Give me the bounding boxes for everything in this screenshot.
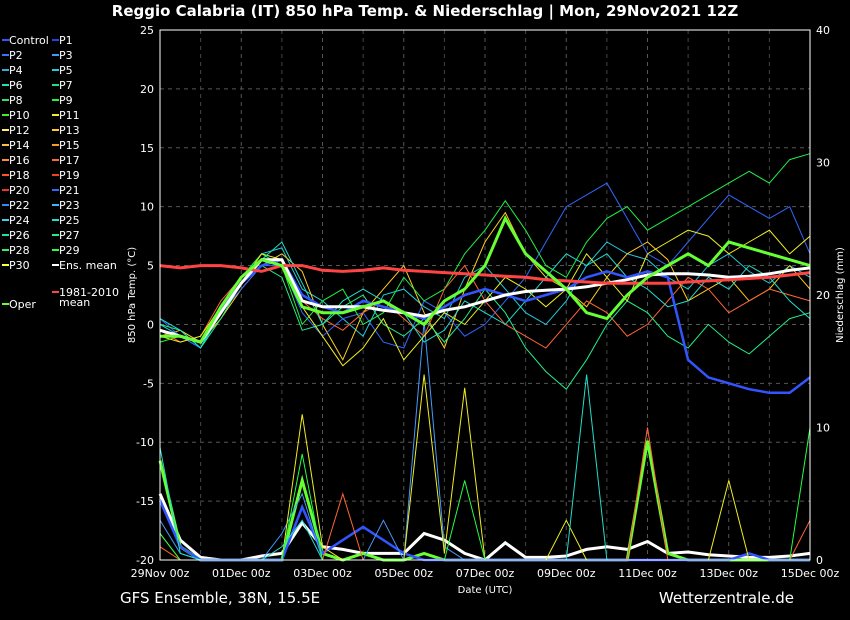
x-tick-label: 09Dec 00z bbox=[537, 567, 596, 580]
legend-label: Control bbox=[9, 34, 49, 47]
y-axis-label: 850 hPa Temp. (°C) bbox=[127, 247, 138, 343]
y-tick-label: -20 bbox=[136, 554, 154, 567]
x-tick-label: 15Dec 00z bbox=[781, 567, 840, 580]
x-tick-label: 07Dec 00z bbox=[456, 567, 515, 580]
x-tick-label: 13Dec 00z bbox=[699, 567, 758, 580]
x-axis-ticks: 29Nov 00z 01Dec 00z 03Dec 00z 05Dec 00z 07De… bbox=[131, 567, 840, 580]
y-tick-label: -5 bbox=[143, 377, 154, 390]
x-tick-label: 29Nov 00z bbox=[131, 567, 190, 580]
y2-tick-label: 20 bbox=[816, 289, 830, 302]
precip-line bbox=[159, 374, 810, 561]
legend-label: P23 bbox=[59, 199, 80, 212]
legend-label: P22 bbox=[9, 199, 30, 212]
legend-label: P13 bbox=[59, 124, 80, 137]
x-tick-label: 05Dec 00z bbox=[374, 567, 433, 580]
legend-label: P28 bbox=[9, 244, 30, 257]
y-tick-label: 10 bbox=[140, 201, 154, 214]
y-tick-label: 5 bbox=[147, 260, 154, 273]
legend-label: P25 bbox=[59, 214, 80, 227]
legend-label: P8 bbox=[9, 94, 23, 107]
y-axis-ticks: -20 -15 -10 -5 0 5 10 15 20 25 bbox=[136, 24, 154, 567]
y2-axis-ticks: 0 10 20 30 40 bbox=[816, 24, 830, 567]
y2-tick-label: 30 bbox=[816, 157, 830, 170]
y-tick-label: -10 bbox=[136, 436, 154, 449]
legend-label: P18 bbox=[9, 169, 30, 182]
legend-label: P30 bbox=[9, 259, 30, 272]
y2-tick-label: 10 bbox=[816, 422, 830, 435]
legend-label: mean bbox=[59, 296, 90, 309]
legend-label: P14 bbox=[9, 139, 30, 152]
legend-label: P16 bbox=[9, 154, 30, 167]
legend-label: P4 bbox=[9, 64, 23, 77]
y-tick-label: 20 bbox=[140, 83, 154, 96]
legend-label: P3 bbox=[59, 49, 73, 62]
legend-label: P24 bbox=[9, 214, 30, 227]
legend-label: P2 bbox=[9, 49, 23, 62]
legend: Control P1 P2 P3 P4 P5 P6 P7 P8 P9 P10 P11 P12 P13 P14… bbox=[2, 34, 119, 311]
legend-label: P20 bbox=[9, 184, 30, 197]
x-tick-label: 01Dec 00z bbox=[212, 567, 271, 580]
model-info: GFS Ensemble, 38N, 15.5E bbox=[120, 589, 321, 607]
legend-label: P10 bbox=[9, 109, 30, 122]
legend-label: P17 bbox=[59, 154, 80, 167]
precip-line bbox=[159, 374, 810, 561]
x-axis-label: Date (UTC) bbox=[458, 585, 513, 596]
legend-label: P1 bbox=[59, 34, 73, 47]
legend-label: P21 bbox=[59, 184, 80, 197]
y2-tick-label: 0 bbox=[816, 554, 823, 567]
legend-label: P6 bbox=[9, 79, 23, 92]
y-tick-label: 25 bbox=[140, 24, 154, 37]
x-tick-label: 11Dec 00z bbox=[618, 567, 677, 580]
legend-label: Oper bbox=[9, 298, 36, 311]
legend-label: P11 bbox=[59, 109, 80, 122]
legend-label: P27 bbox=[59, 229, 80, 242]
legend-label: P7 bbox=[59, 79, 73, 92]
legend-label: P29 bbox=[59, 244, 80, 257]
legend-label: P15 bbox=[59, 139, 80, 152]
y-tick-label: 15 bbox=[140, 142, 154, 155]
legend-label: P5 bbox=[59, 64, 73, 77]
x-tick-label: 03Dec 00z bbox=[293, 567, 352, 580]
site-name: Wetterzentrale.de bbox=[658, 589, 794, 607]
ensemble-chart: -20 -15 -10 -5 0 5 10 15 20 25 0 10 20 30 40 29Nov 00… bbox=[2, 24, 846, 596]
grid-lines bbox=[159, 29, 811, 561]
y-tick-label: 0 bbox=[147, 318, 154, 331]
y-tick-label: -15 bbox=[136, 495, 154, 508]
legend-label: P19 bbox=[59, 169, 80, 182]
y2-tick-label: 40 bbox=[816, 24, 830, 37]
legend-label: P9 bbox=[59, 94, 73, 107]
y2-axis-label: Niederschlag (mm) bbox=[835, 247, 846, 343]
legend-label: Ens. mean bbox=[59, 259, 117, 272]
legend-label: P26 bbox=[9, 229, 30, 242]
legend-label: P12 bbox=[9, 124, 30, 137]
